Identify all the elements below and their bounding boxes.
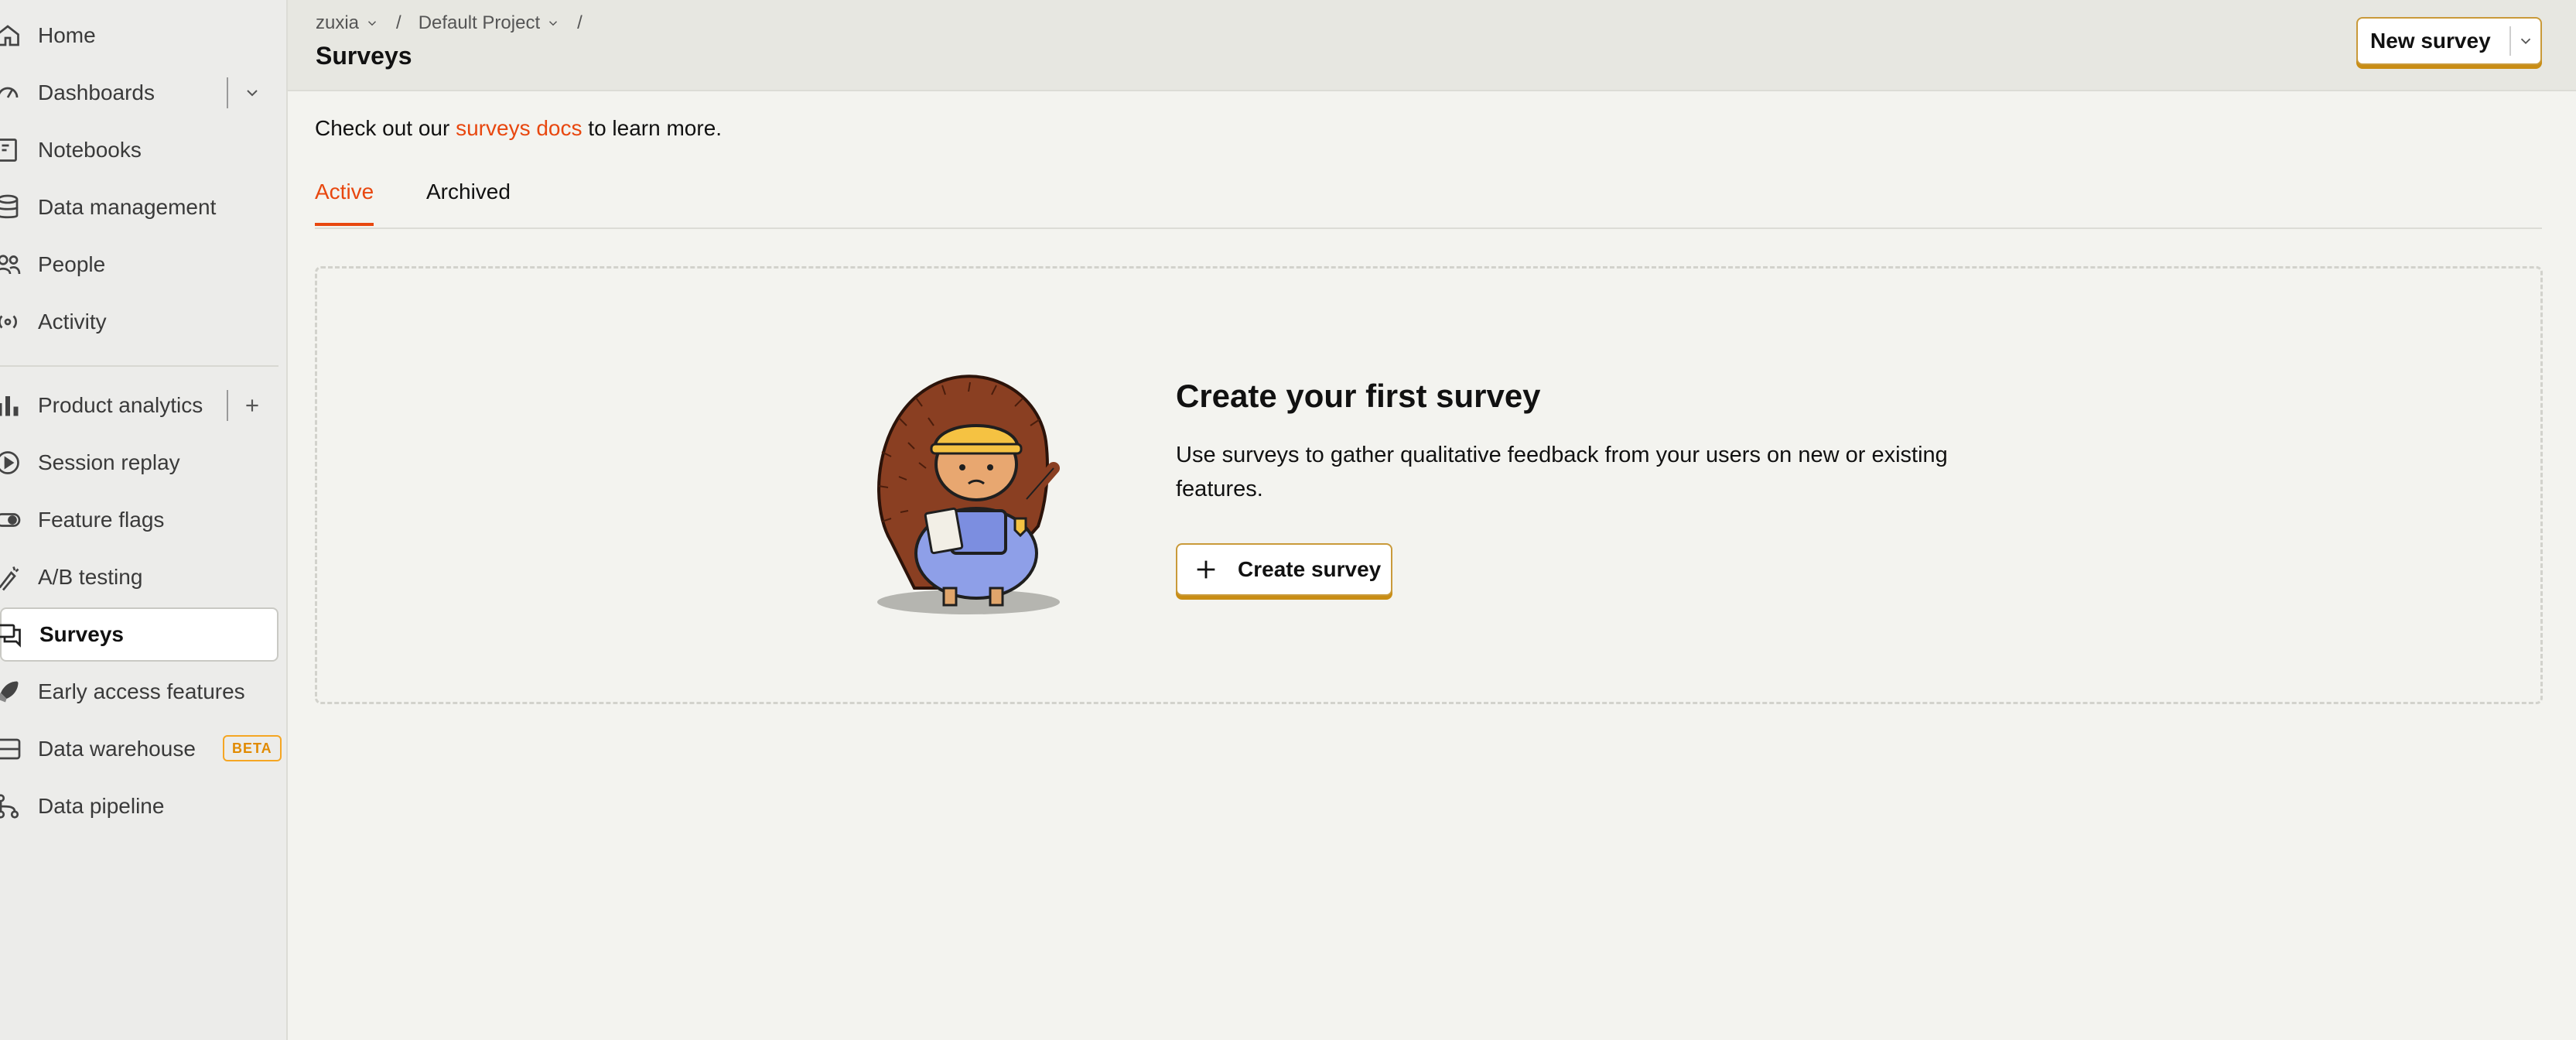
create-survey-button[interactable]: Create survey — [1176, 543, 1392, 596]
sidebar-item-surveys[interactable]: Surveys — [0, 607, 278, 662]
pipeline-icon — [0, 792, 22, 820]
replay-icon — [0, 449, 22, 477]
sidebar-item-feature-flags[interactable]: Feature flags — [0, 493, 278, 547]
breadcrumb-separator: / — [577, 12, 583, 33]
sidebar-item-label: Product analytics — [38, 393, 203, 417]
tab-archived[interactable]: Archived — [426, 180, 511, 226]
page-title: Surveys — [316, 42, 412, 70]
sidebar-divider — [0, 365, 278, 367]
sidebar-item-label: Notebooks — [38, 138, 142, 162]
empty-state-title: Create your first survey — [1176, 378, 1541, 414]
new-survey-label: New survey — [2370, 29, 2491, 53]
sidebar-item-label: Data pipeline — [38, 794, 165, 818]
sidebar-item-label: Home — [38, 23, 96, 47]
intro-text: Check out our surveys docs to learn more… — [315, 116, 722, 141]
top-bar: zuxia / Default Project / Surveys New su… — [288, 0, 2576, 91]
flask-icon — [0, 563, 22, 591]
surveys-docs-link[interactable]: surveys docs — [456, 116, 582, 140]
sidebar-item-label: Surveys — [39, 622, 124, 646]
beta-badge: BETA — [223, 735, 282, 761]
database-icon — [0, 193, 22, 221]
activity-icon — [0, 308, 22, 336]
sidebar-item-label: Data management — [38, 195, 217, 219]
plus-icon — [1197, 560, 1215, 579]
breadcrumb-organization[interactable]: zuxia — [316, 12, 379, 34]
notebook-icon — [0, 136, 22, 164]
intro-suffix: to learn more. — [582, 116, 723, 140]
tabs: Active Archived — [315, 176, 2542, 229]
empty-state-description: Use surveys to gather qualitative feedba… — [1176, 443, 1948, 501]
sidebar-item-label: Feature flags — [38, 508, 165, 532]
sidebar-item-activity[interactable]: Activity — [0, 295, 278, 349]
breadcrumb-project[interactable]: Default Project — [419, 12, 560, 34]
intro-prefix: Check out our — [315, 116, 456, 140]
home-icon — [0, 22, 22, 50]
sidebar-item-label: Session replay — [38, 450, 180, 474]
sidebar-item-label: Dashboards — [38, 80, 155, 104]
divider — [227, 77, 228, 108]
toggle-icon — [0, 506, 22, 534]
sidebar-item-label: People — [38, 252, 106, 276]
breadcrumb: zuxia / Default Project / — [316, 12, 593, 34]
sidebar-item-label: A/B testing — [38, 565, 143, 589]
dashboard-icon — [0, 79, 22, 107]
divider — [227, 390, 228, 421]
sidebar: Home Dashboards Notebooks Data managemen… — [0, 0, 288, 1040]
warehouse-icon — [0, 735, 22, 763]
sidebar-item-label: Data warehouse — [38, 737, 196, 761]
bar-chart-icon — [0, 392, 22, 419]
new-survey-button[interactable]: New survey — [2356, 17, 2542, 65]
sidebar-item-ab-testing[interactable]: A/B testing — [0, 550, 278, 604]
chevron-down-icon — [368, 21, 377, 26]
sidebar-item-data-warehouse[interactable]: Data warehouse BETA — [0, 722, 282, 776]
chevron-down-icon[interactable] — [2511, 32, 2540, 50]
sidebar-item-product-analytics[interactable]: Product analytics — [0, 378, 278, 433]
breadcrumb-label: Default Project — [418, 12, 541, 33]
chevron-down-icon[interactable] — [237, 77, 268, 108]
sidebar-item-session-replay[interactable]: Session replay — [0, 436, 278, 490]
sidebar-item-label: Activity — [38, 310, 107, 334]
rocket-icon — [0, 678, 22, 706]
tab-active[interactable]: Active — [315, 180, 374, 226]
hedgehog-illustration — [877, 375, 1060, 614]
sidebar-item-dashboards[interactable]: Dashboards — [0, 66, 278, 120]
sidebar-item-people[interactable]: People — [0, 238, 278, 292]
sidebar-item-home[interactable]: Home — [0, 9, 278, 63]
people-icon — [0, 251, 22, 279]
sidebar-item-notebooks[interactable]: Notebooks — [0, 123, 278, 177]
sidebar-item-data-management[interactable]: Data management — [0, 180, 278, 234]
sidebar-item-early-access[interactable]: Early access features — [0, 665, 278, 719]
create-survey-label: Create survey — [1238, 557, 1382, 581]
breadcrumb-separator: / — [396, 12, 401, 33]
sidebar-item-label: Early access features — [38, 679, 245, 703]
breadcrumb-label: zuxia — [316, 12, 360, 33]
chevron-down-icon — [549, 21, 558, 26]
sidebar-item-data-pipeline[interactable]: Data pipeline — [0, 779, 278, 833]
plus-icon[interactable] — [237, 390, 268, 421]
chat-icon — [0, 621, 23, 648]
